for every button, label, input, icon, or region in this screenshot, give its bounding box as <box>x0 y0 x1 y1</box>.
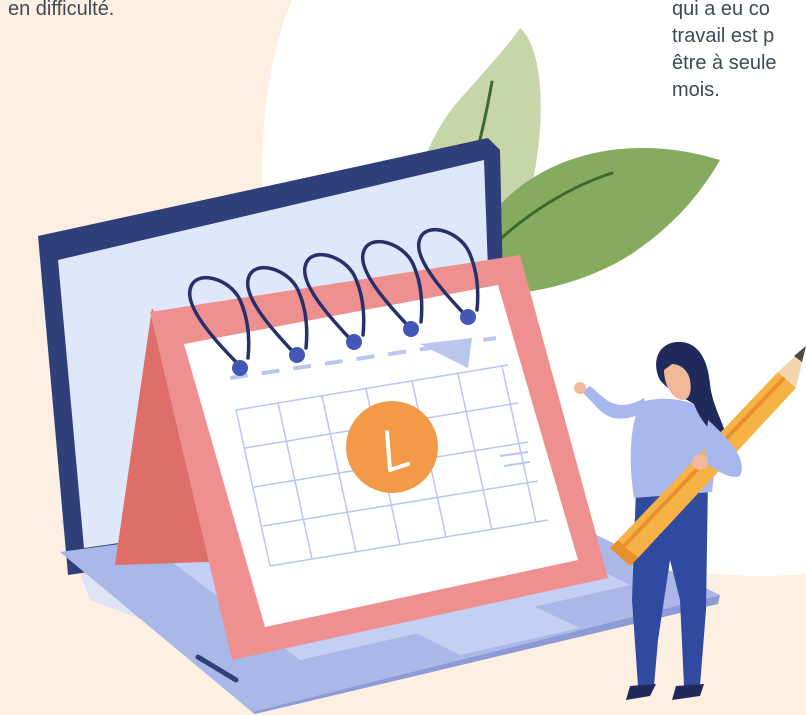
person-hand-left <box>574 382 586 394</box>
left-text-fragment: en difficulté. <box>8 0 114 23</box>
person-shoe-left <box>626 684 656 700</box>
right-text-line-2: travail est p <box>672 25 775 47</box>
illustration <box>38 0 806 714</box>
right-text-line-4: mois. <box>672 79 720 101</box>
check-circle <box>346 401 438 493</box>
right-text-line-1: qui a eu co <box>672 0 770 20</box>
right-text-fragment: qui a eu co travail est p être à seule m… <box>672 0 777 104</box>
left-text-line-1: en difficulté. <box>8 0 115 20</box>
person-hand-right <box>692 454 708 470</box>
right-text-line-3: être à seule <box>672 52 777 74</box>
person-shoe-right <box>672 684 704 700</box>
